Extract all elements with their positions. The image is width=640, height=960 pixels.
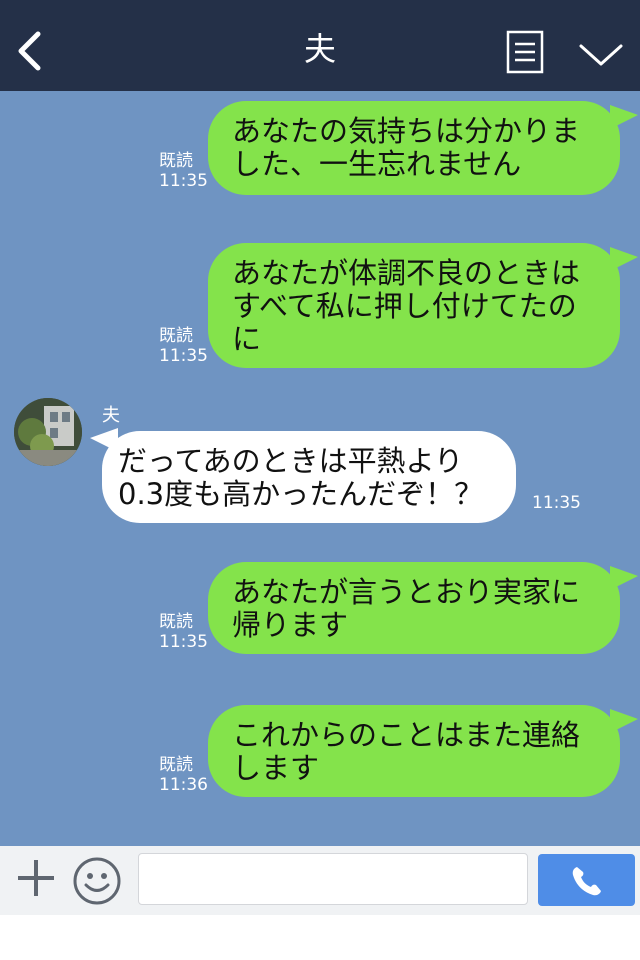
outgoing-message-bubble[interactable]: これからのことはまた連絡 します xyxy=(208,705,620,797)
incoming-message-bubble[interactable]: だってあのときは平熱より 0.3度も高かったんだぞ！？ xyxy=(102,431,516,523)
chevron-down-icon[interactable] xyxy=(578,40,624,70)
outgoing-message-bubble[interactable]: あなたが体調不良のときは すべて私に押し付けてたの に xyxy=(208,243,620,368)
document-menu-icon[interactable] xyxy=(506,30,544,74)
chat-title: 夫 xyxy=(303,30,336,68)
chat-area[interactable]: 既読 11:35 あなたの気持ちは分かりま した、一生忘れません 既読 11:3… xyxy=(0,91,640,846)
message-time: 11:35 xyxy=(532,493,581,513)
smiley-icon[interactable] xyxy=(72,856,122,906)
bubble-tail xyxy=(610,566,638,590)
outgoing-message-bubble[interactable]: あなたが言うとおり実家に 帰ります xyxy=(208,562,620,654)
sender-name: 夫 xyxy=(102,405,120,426)
bubble-tail xyxy=(610,105,638,129)
read-status: 既読 11:36 xyxy=(159,755,208,795)
read-status: 既読 11:35 xyxy=(159,151,208,191)
plus-icon[interactable] xyxy=(14,856,58,900)
bubble-tail xyxy=(610,709,638,733)
outgoing-message-bubble[interactable]: あなたの気持ちは分かりま した、一生忘れません xyxy=(208,101,620,195)
call-button[interactable] xyxy=(538,854,635,906)
bubble-tail xyxy=(610,247,638,271)
chat-header: 夫 xyxy=(0,0,640,91)
bottom-spacer xyxy=(0,915,640,960)
message-input[interactable] xyxy=(138,853,528,905)
input-bar xyxy=(0,846,640,915)
avatar[interactable] xyxy=(14,398,82,466)
phone-icon xyxy=(572,867,601,896)
read-status: 既読 11:35 xyxy=(159,612,208,652)
read-status: 既読 11:35 xyxy=(159,326,208,366)
